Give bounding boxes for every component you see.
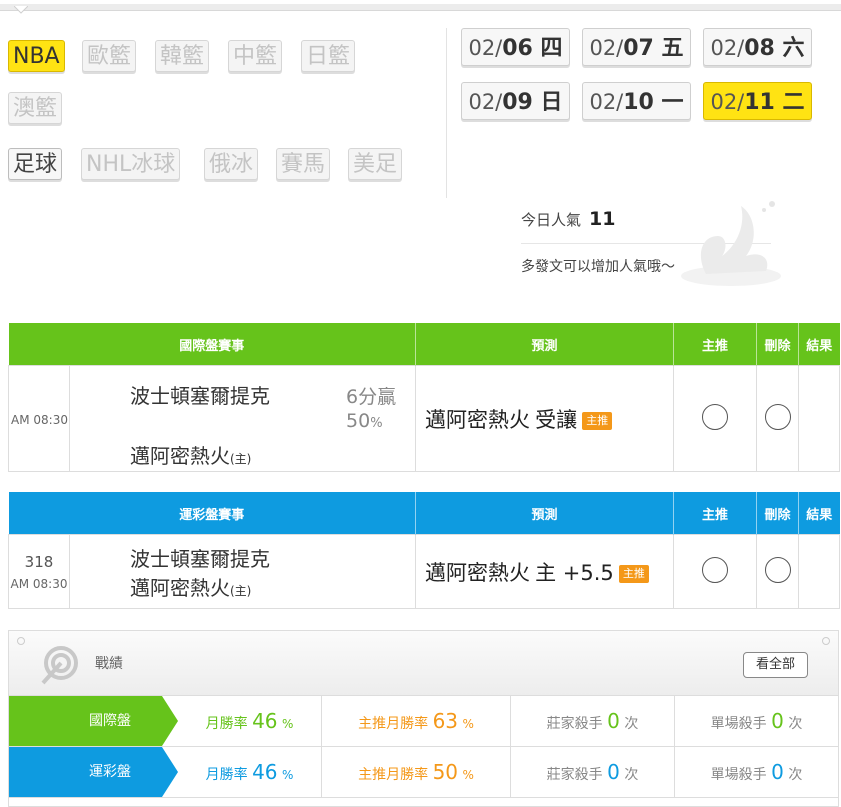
line-percent: 50% <box>346 410 383 432</box>
sport-tab-china-basketball[interactable]: 中籃 <box>228 40 283 72</box>
sport-tab-american-football[interactable]: 美足 <box>348 148 403 180</box>
header-result: 結果 <box>798 323 840 366</box>
main-pick-badge: 主推 <box>582 411 613 430</box>
record-row-sports-lottery: 運彩盤 月勝率 46 % 主推月勝率 50 % 莊家殺手 0 次 單場殺手 0 … <box>9 747 838 798</box>
main-pick-monthly-win-rate: 主推月勝率 50 % <box>321 747 510 797</box>
divider <box>446 28 447 198</box>
banker-killer: 莊家殺手 0 次 <box>510 696 674 746</box>
monthly-win-rate: 月勝率 46 % <box>205 760 294 784</box>
header-prediction: 預測 <box>415 323 675 366</box>
sport-tab-russia-hockey[interactable]: 俄冰 <box>204 148 259 180</box>
game-number: 318 <box>24 552 54 571</box>
sports-lottery-table: 運彩盤賽事 預測 主推 刪除 結果 318 AM 08:30 波士頓塞爾提克 邁… <box>8 492 841 609</box>
banker-killer: 莊家殺手 0 次 <box>510 747 674 797</box>
header-result: 結果 <box>798 492 840 535</box>
predicted-team: 邁阿密熱火 <box>425 560 531 585</box>
popularity-label: 今日人氣 <box>521 211 582 229</box>
record-row-label-bg <box>9 747 162 797</box>
popularity-value: 11 <box>589 208 616 230</box>
header-delete: 刪除 <box>756 323 800 366</box>
delete-radio[interactable] <box>764 403 791 430</box>
line-spread: 6分贏 <box>346 386 397 408</box>
predicted-team: 邁阿密熱火 <box>425 407 531 432</box>
mascot-illustration-icon <box>681 201 781 286</box>
target-icon <box>41 646 78 685</box>
main-pick-monthly-win-rate: 主推月勝率 63 % <box>321 696 510 746</box>
sport-tab-korea-basketball[interactable]: 韓籃 <box>155 40 210 72</box>
game-time: AM 08:30 <box>11 413 68 427</box>
prediction-cell: 邁阿密熱火 主 +5.5 主推 <box>415 534 675 609</box>
international-table: 國際盤賽事 預測 主推 刪除 結果 AM 08:30 波士頓塞爾提克 邁阿密熱火… <box>8 323 841 472</box>
game-time-cell: 318 AM 08:30 <box>8 534 70 609</box>
header-main-pick: 主推 <box>673 492 758 535</box>
header-main-pick: 主推 <box>673 323 758 366</box>
sport-tab-soccer[interactable]: 足球 <box>8 148 63 180</box>
header-international-games: 國際盤賽事 <box>8 323 417 366</box>
corner-dot-icon <box>17 637 25 645</box>
record-panel: 戰績 看全部 國際盤 月勝率 46 % 主推月勝率 63 % 莊家殺手 0 次 … <box>8 630 839 807</box>
result-cell <box>798 534 841 609</box>
delete-radio[interactable] <box>764 556 791 583</box>
single-game-killer: 單場殺手 0 次 <box>674 747 838 797</box>
date-0206[interactable]: 02/06 四 <box>461 28 570 66</box>
arrow-shape <box>162 747 178 797</box>
sport-tab-nba[interactable]: NBA <box>8 40 65 72</box>
record-title: 戰績 <box>95 656 123 672</box>
sport-tab-australia-basketball[interactable]: 澳籃 <box>8 92 63 124</box>
main-pick-badge: 主推 <box>618 564 649 583</box>
home-team: 邁阿密熱火(主) <box>130 575 252 600</box>
game-time: AM 08:30 <box>10 576 68 591</box>
pick-type: 受讓 <box>535 407 578 432</box>
sport-tab-nhl[interactable]: NHL冰球 <box>81 148 181 180</box>
prediction-cell: 邁阿密熱火 受讓 主推 <box>415 365 675 472</box>
date-0211-selected[interactable]: 02/11 二 <box>703 82 812 120</box>
date-0207[interactable]: 02/07 五 <box>582 28 691 66</box>
collapse-notch-icon <box>14 6 28 14</box>
game-time-cell: AM 08:30 <box>8 365 70 472</box>
main-pick-radio[interactable] <box>702 403 729 430</box>
record-row-name: 運彩盤 <box>89 764 131 780</box>
header-prediction: 預測 <box>415 492 675 535</box>
arrow-shape <box>162 696 178 746</box>
sport-tab-euro-basketball[interactable]: 歐籃 <box>82 40 137 72</box>
top-border <box>0 4 841 11</box>
record-row-international: 國際盤 月勝率 46 % 主推月勝率 63 % 莊家殺手 0 次 單場殺手 0 … <box>9 696 838 747</box>
main-pick-cell <box>673 534 758 609</box>
date-0210[interactable]: 02/10 一 <box>582 82 691 120</box>
record-header: 戰績 看全部 <box>9 631 838 696</box>
result-cell <box>798 365 841 472</box>
pick-type: 主 +5.5 <box>535 560 614 585</box>
header-delete: 刪除 <box>756 492 800 535</box>
popularity-today: 今日人氣 11 <box>521 208 615 230</box>
monthly-win-rate: 月勝率 46 % <box>205 709 294 733</box>
matchup-cell: 波士頓塞爾提克 邁阿密熱火(主) 6分贏 50% <box>68 365 417 472</box>
home-team: 邁阿密熱火(主) <box>130 444 252 468</box>
view-all-button[interactable]: 看全部 <box>743 652 809 678</box>
corner-dot-icon <box>822 637 830 645</box>
away-team: 波士頓塞爾提克 <box>130 546 270 571</box>
sport-tab-japan-basketball[interactable]: 日籃 <box>301 40 356 72</box>
matchup-cell: 波士頓塞爾提克 邁阿密熱火(主) <box>68 534 417 609</box>
away-team: 波士頓塞爾提克 <box>130 384 270 408</box>
date-0209[interactable]: 02/09 日 <box>461 82 570 120</box>
record-row-label-bg <box>9 696 162 746</box>
date-0208[interactable]: 02/08 六 <box>703 28 812 66</box>
record-row-name: 國際盤 <box>89 713 131 729</box>
main-pick-cell <box>673 365 758 472</box>
single-game-killer: 單場殺手 0 次 <box>674 696 838 746</box>
header-lottery-games: 運彩盤賽事 <box>8 492 417 535</box>
popularity-hint: 多發文可以增加人氣哦～ <box>521 259 675 275</box>
delete-cell <box>756 365 800 472</box>
main-pick-radio[interactable] <box>702 556 729 583</box>
sport-tab-horse-racing[interactable]: 賽馬 <box>276 148 331 180</box>
delete-cell <box>756 534 800 609</box>
